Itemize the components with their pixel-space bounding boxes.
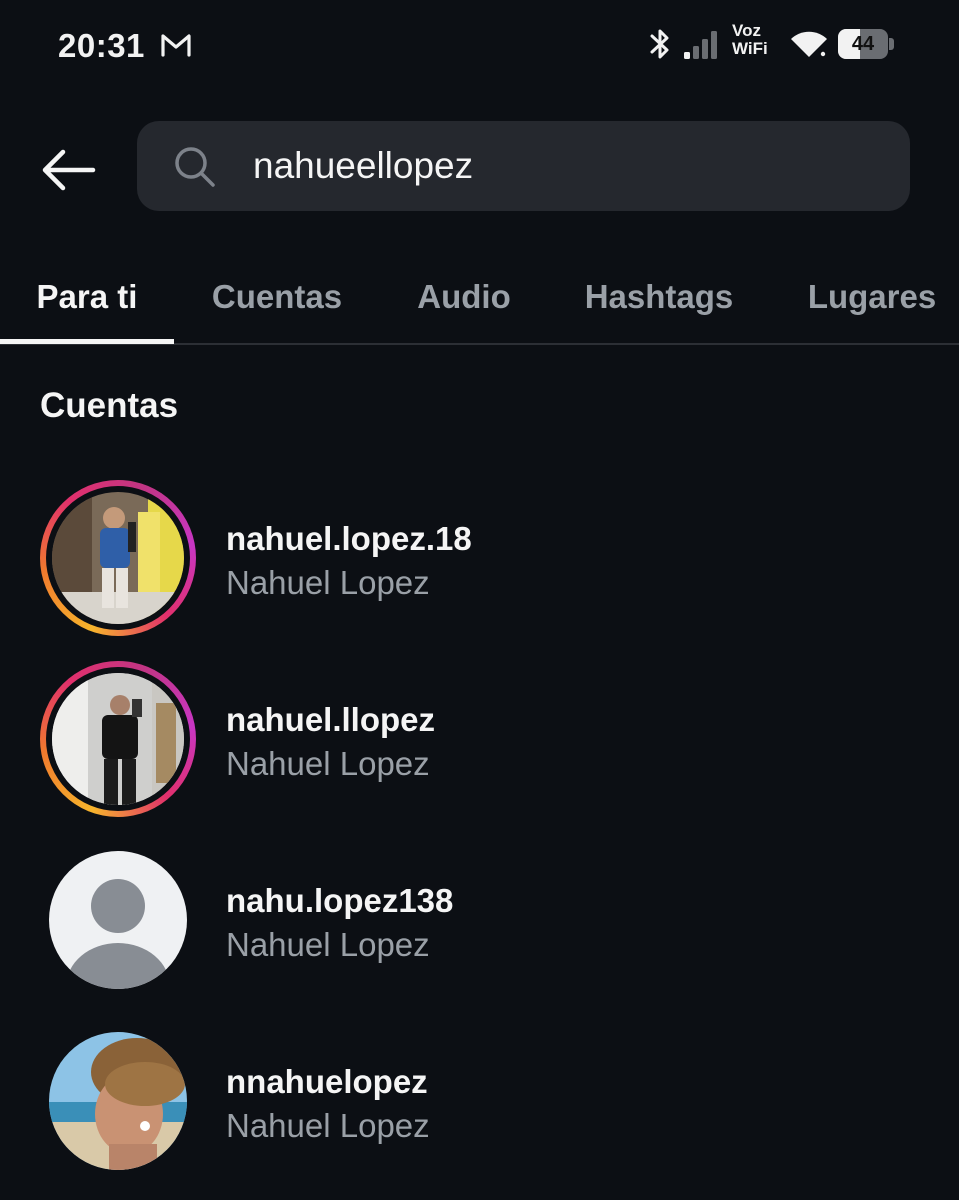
avatar-photo bbox=[52, 492, 184, 624]
account-full-name: Nahuel Lopez bbox=[226, 564, 430, 601]
account-username: nahu.lopez138 bbox=[226, 882, 454, 919]
wifi-icon bbox=[791, 31, 827, 57]
account-row[interactable]: nahuel.llopez Nahuel Lopez bbox=[0, 651, 959, 831]
battery-icon: 44 bbox=[838, 29, 894, 59]
tab-para-ti[interactable]: Para ti bbox=[0, 250, 174, 343]
avatar[interactable] bbox=[40, 661, 196, 817]
avatar[interactable] bbox=[40, 480, 196, 636]
user-silhouette-icon bbox=[49, 851, 187, 989]
battery-body: 44 bbox=[838, 29, 888, 59]
tab-hashtags[interactable]: Hashtags bbox=[566, 250, 752, 343]
search-bar[interactable] bbox=[137, 121, 910, 211]
back-button[interactable] bbox=[30, 140, 106, 200]
instagram-search-screen: 20:31 Voz WiFi 44 nahueellopez Para ti C… bbox=[0, 0, 959, 1200]
default-avatar bbox=[49, 851, 187, 989]
voz-wifi-indicator: Voz WiFi bbox=[732, 22, 782, 58]
bluetooth-icon bbox=[650, 29, 669, 59]
cellular-signal-icon bbox=[684, 31, 717, 59]
section-title: Cuentas bbox=[40, 386, 179, 425]
arrow-left-icon bbox=[42, 149, 96, 191]
account-row[interactable]: nnahuelopez Nahuel Lopez bbox=[0, 1013, 959, 1193]
status-time: 20:31 bbox=[58, 27, 145, 64]
tab-cuentas[interactable]: Cuentas bbox=[184, 250, 370, 343]
avatar-photo bbox=[49, 1032, 187, 1170]
account-row[interactable]: nahu.lopez138 Nahuel Lopez bbox=[0, 832, 959, 1012]
search-input[interactable] bbox=[253, 121, 883, 211]
account-full-name: Nahuel Lopez bbox=[226, 926, 430, 963]
battery-cap bbox=[889, 38, 894, 50]
account-username: nnahuelopez bbox=[226, 1063, 428, 1100]
wifi-label: WiFi bbox=[732, 39, 768, 58]
account-full-name: Nahuel Lopez bbox=[226, 745, 430, 782]
status-bar: 20:31 Voz WiFi 44 bbox=[0, 0, 959, 92]
account-username: nahuel.lopez.18 bbox=[226, 520, 472, 557]
avatar-photo bbox=[52, 673, 184, 805]
battery-level: 44 bbox=[851, 33, 875, 55]
avatar[interactable] bbox=[40, 1023, 196, 1179]
voz-label: Voz bbox=[732, 21, 761, 40]
search-icon bbox=[175, 147, 215, 187]
tab-audio[interactable]: Audio bbox=[394, 250, 534, 343]
active-tab-indicator bbox=[0, 339, 174, 344]
search-tabs: Para ti Cuentas Audio Hashtags Lugares bbox=[0, 250, 959, 345]
gmail-icon bbox=[161, 34, 191, 57]
tab-lugares[interactable]: Lugares bbox=[790, 250, 954, 343]
avatar[interactable] bbox=[40, 842, 196, 998]
account-row[interactable]: nahuel.lopez.18 Nahuel Lopez bbox=[0, 470, 959, 650]
account-full-name: Nahuel Lopez bbox=[226, 1107, 430, 1144]
account-username: nahuel.llopez bbox=[226, 701, 436, 738]
